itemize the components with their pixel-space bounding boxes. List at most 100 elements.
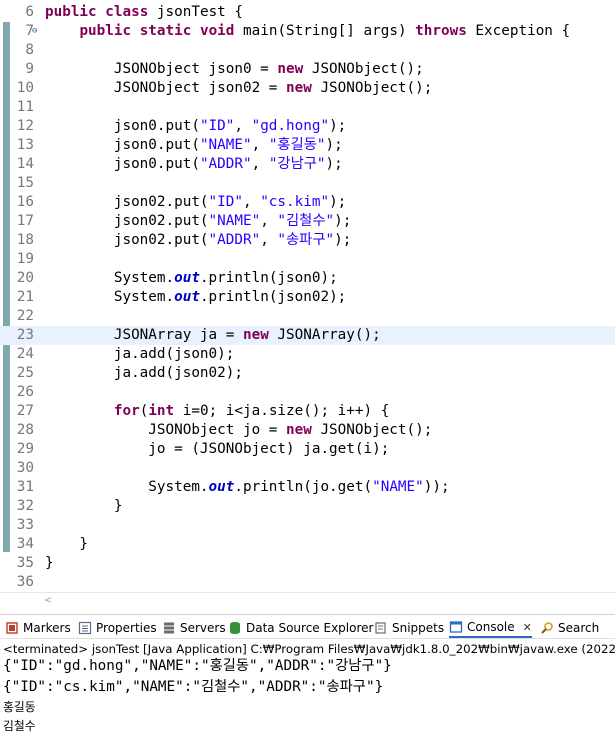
code-text: public static void main(String[] args) t…	[79, 23, 571, 39]
code-text: public class jsonTest {	[45, 4, 243, 20]
code-text: System.out.println(json02);	[45, 289, 347, 305]
console-output-line: 김철수	[3, 719, 36, 733]
code-line[interactable]: 7 ⊖ public static void main(String[] args…	[0, 22, 615, 41]
line-number: 22	[16, 308, 34, 324]
code-text: JSONObject json0 = new JSONObject();	[45, 61, 424, 77]
code-text: json02.put("ADDR", "송파구");	[45, 232, 352, 248]
code-line[interactable]: 20 System.out.println(json0);	[0, 269, 615, 288]
tab-markers[interactable]: Markers	[5, 618, 71, 638]
tab-data-source-explorer[interactable]: Data Source Explorer	[228, 618, 373, 638]
code-line[interactable]: 8	[0, 41, 615, 60]
code-line[interactable]: 10 JSONObject json02 = new JSONObject();	[0, 79, 615, 98]
code-line[interactable]: 12 json0.put("ID", "gd.hong");	[0, 117, 615, 136]
console-process-description: <terminated> jsonTest [Java Application]…	[3, 642, 615, 656]
tab-label: Properties	[96, 621, 157, 635]
code-line[interactable]: 25 ja.add(json02);	[0, 364, 615, 383]
code-text: JSONObject jo = new JSONObject();	[45, 422, 433, 438]
code-line[interactable]: 28 JSONObject jo = new JSONObject();	[0, 421, 615, 440]
code-text: for(int i=0; i<ja.size(); i++) {	[113, 403, 390, 419]
fold-toggle-icon[interactable]: ⊖	[32, 22, 37, 41]
code-text: jo = (JSONObject) ja.get(i);	[45, 441, 390, 457]
code-line[interactable]: 30	[0, 459, 615, 478]
line-number: 17	[16, 213, 34, 229]
line-number: 31	[16, 479, 34, 495]
code-line[interactable]: 16 json02.put("ID", "cs.kim");	[0, 193, 615, 212]
search-icon	[540, 621, 554, 635]
code-editor[interactable]: 6 public class jsonTest { 7 ⊖ public static…	[0, 0, 615, 592]
code-text: json0.put("ADDR", "강남구");	[45, 156, 343, 172]
data-source-icon	[228, 621, 242, 635]
line-number: 12	[16, 118, 34, 134]
code-text: JSONArray ja = new JSONArray();	[45, 327, 381, 343]
line-number: 19	[16, 251, 34, 267]
scroll-left-arrow-icon[interactable]: <	[44, 593, 52, 609]
line-number: 26	[16, 384, 34, 400]
tab-label: Data Source Explorer	[246, 621, 374, 635]
code-text: json0.put("NAME", "홍길동");	[45, 137, 343, 153]
line-number: 14	[16, 156, 34, 172]
line-number: 13	[16, 137, 34, 153]
tab-search[interactable]: Search	[540, 618, 599, 638]
line-number: 32	[16, 498, 34, 514]
code-text: json02.put("NAME", "김철수");	[45, 213, 352, 229]
code-text: }	[45, 536, 89, 552]
tab-servers[interactable]: Servers	[162, 618, 226, 638]
line-number: 36	[16, 574, 34, 590]
code-line[interactable]: 19	[0, 250, 615, 269]
tab-label: Snippets	[392, 621, 445, 635]
bottom-views-panel: Markers Properties Servers Data Source Expl…	[0, 614, 615, 746]
code-line[interactable]: 24 ja.add(json0);	[0, 345, 615, 364]
code-text: }	[45, 498, 123, 514]
snippets-icon	[374, 621, 388, 635]
code-line[interactable]: 21 System.out.println(json02);	[0, 288, 615, 307]
code-line[interactable]: 9 JSONObject json0 = new JSONObject();	[0, 60, 615, 79]
current-code-line[interactable]: 23 JSONArray ja = new JSONArray();	[0, 326, 615, 345]
markers-icon	[5, 621, 19, 635]
code-line[interactable]: 29 jo = (JSONObject) ja.get(i);	[0, 440, 615, 459]
line-number: 35	[16, 555, 34, 571]
line-number: 30	[16, 460, 34, 476]
code-text: System.out.println(json0);	[45, 270, 338, 286]
line-number: 18	[16, 232, 34, 248]
code-line[interactable]: 36	[0, 573, 615, 592]
line-number: 7	[25, 23, 34, 39]
tab-label: Servers	[180, 621, 226, 635]
console-output-line: {"ID":"cs.kim","NAME":"김철수","ADDR":"송파구"…	[3, 679, 384, 695]
code-line[interactable]: 18 json02.put("ADDR", "송파구");	[0, 231, 615, 250]
code-line[interactable]: 34 }	[0, 535, 615, 554]
code-line[interactable]: 31 System.out.println(jo.get("NAME"));	[0, 478, 615, 497]
code-line[interactable]: 15	[0, 174, 615, 193]
code-line[interactable]: 27 for(int i=0; i<ja.size(); i++) {	[0, 402, 615, 421]
code-line[interactable]: 33	[0, 516, 615, 535]
line-number: 8	[25, 42, 34, 58]
line-number: 29	[16, 441, 34, 457]
code-text: ja.add(json0);	[45, 346, 235, 362]
tab-properties[interactable]: Properties	[78, 618, 157, 638]
tab-snippets[interactable]: Snippets	[374, 618, 444, 638]
code-text: JSONObject json02 = new JSONObject();	[45, 80, 433, 96]
code-text: System.out.println(jo.get("NAME"));	[45, 479, 450, 495]
tab-label: Console	[467, 620, 515, 634]
code-line[interactable]: 13 json0.put("NAME", "홍길동");	[0, 136, 615, 155]
code-line[interactable]: 22	[0, 307, 615, 326]
line-number: 10	[16, 80, 34, 96]
line-number: 6	[25, 4, 34, 20]
code-line[interactable]: 11	[0, 98, 615, 117]
code-text: ja.add(json02);	[45, 365, 243, 381]
code-line[interactable]: 26	[0, 383, 615, 402]
code-line[interactable]: 17 json02.put("NAME", "김철수");	[0, 212, 615, 231]
line-number: 25	[16, 365, 34, 381]
line-number: 21	[16, 289, 34, 305]
line-number: 33	[16, 517, 34, 533]
code-line[interactable]: 6 public class jsonTest {	[0, 3, 615, 22]
code-line[interactable]: 32 }	[0, 497, 615, 516]
line-number: 28	[16, 422, 34, 438]
code-text: }	[45, 555, 54, 571]
tab-console[interactable]: Console ✕	[449, 618, 532, 638]
code-text: json02.put("ID", "cs.kim");	[45, 194, 347, 210]
code-line[interactable]: 14 json0.put("ADDR", "강남구");	[0, 155, 615, 174]
code-line[interactable]: 35}	[0, 554, 615, 573]
horizontal-scrollbar[interactable]: <	[0, 592, 615, 608]
line-number: 20	[16, 270, 34, 286]
close-icon[interactable]: ✕	[523, 621, 532, 634]
